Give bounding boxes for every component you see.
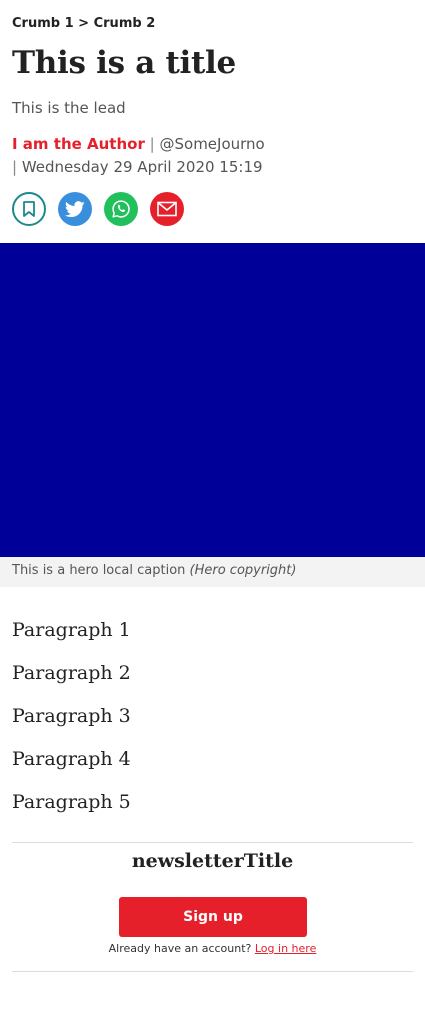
email-share-button[interactable]	[150, 192, 184, 226]
breadcrumb-item-2[interactable]: Crumb 2	[94, 16, 156, 31]
whatsapp-share-button[interactable]	[104, 192, 138, 226]
paragraph: Paragraph 3	[12, 705, 131, 727]
article-lead: This is the lead	[12, 99, 126, 117]
breadcrumb-item-1[interactable]: Crumb 1	[12, 16, 74, 31]
twitter-share-button[interactable]	[58, 192, 92, 226]
bookmark-button[interactable]	[12, 192, 46, 226]
publish-date-line: | Wednesday 29 April 2020 15:19	[12, 158, 263, 176]
signup-button[interactable]: Sign up	[119, 897, 307, 937]
hero-caption: This is a hero local caption (Hero copyr…	[0, 557, 425, 587]
login-link[interactable]: Log in here	[255, 942, 316, 955]
hero-copyright: (Hero copyright)	[189, 563, 297, 578]
bookmark-icon	[23, 201, 35, 217]
twitter-icon	[65, 200, 85, 217]
publish-date: Wednesday 29 April 2020 15:19	[21, 158, 263, 176]
byline-separator: |	[149, 135, 155, 153]
paragraph: Paragraph 2	[12, 662, 131, 684]
byline: I am the Author | @SomeJourno	[12, 134, 265, 154]
author-handle[interactable]: @SomeJourno	[160, 135, 265, 153]
whatsapp-icon	[112, 200, 130, 218]
hero-image	[0, 243, 425, 557]
paragraph: Paragraph 4	[12, 748, 131, 770]
breadcrumb: Crumb 1 > Crumb 2	[12, 16, 155, 31]
login-prompt: Already have an account? Log in here	[0, 942, 425, 955]
date-separator: |	[12, 158, 18, 176]
article-body: Paragraph 1 Paragraph 2 Paragraph 3 Para…	[12, 618, 131, 833]
account-prompt-text: Already have an account?	[108, 942, 252, 955]
newsletter-divider-top	[12, 842, 413, 843]
breadcrumb-separator: >	[78, 16, 90, 31]
newsletter-divider-bottom	[12, 971, 413, 972]
page-title: This is a title	[12, 45, 236, 81]
paragraph: Paragraph 5	[12, 791, 131, 813]
share-bar	[12, 192, 184, 226]
author-name[interactable]: I am the Author	[12, 135, 145, 153]
newsletter-title: newsletterTitle	[131, 850, 294, 872]
paragraph: Paragraph 1	[12, 619, 131, 641]
hero-caption-text: This is a hero local caption	[12, 563, 186, 578]
email-icon	[157, 201, 177, 217]
